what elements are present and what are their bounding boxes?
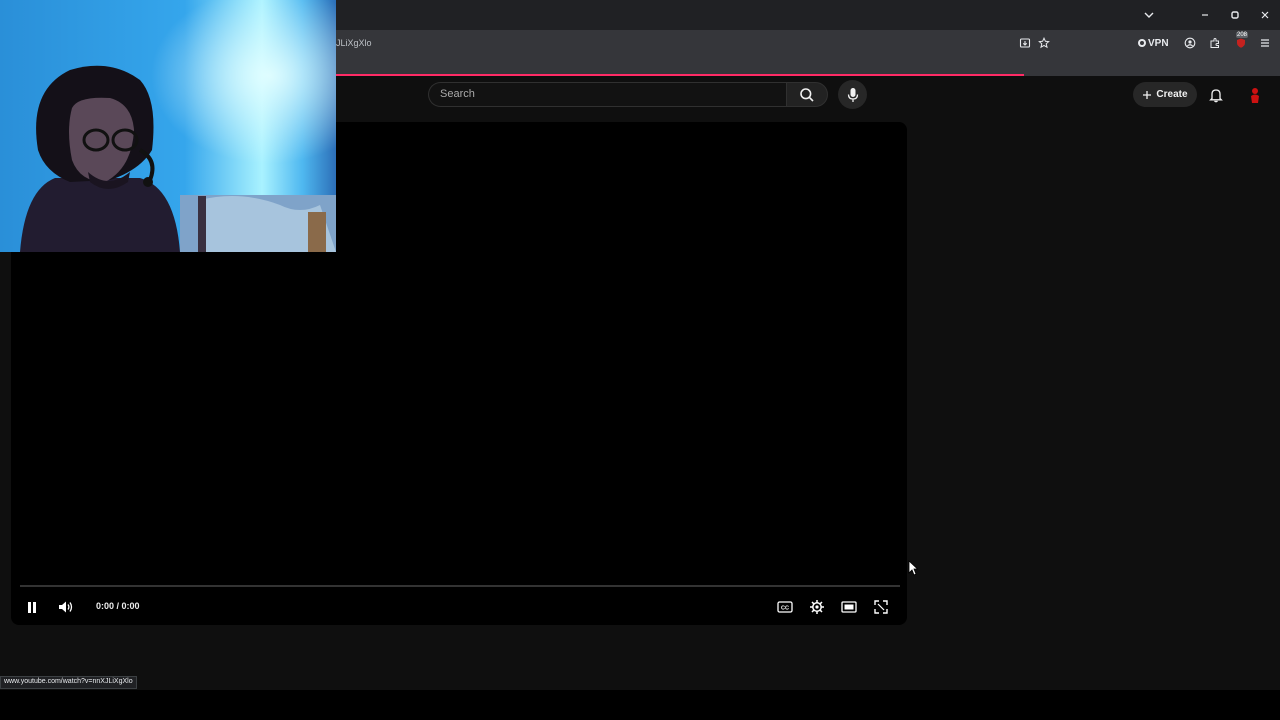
screen: JLiXgXlo VPN 208 Search Create 0:00 / 0:… (0, 0, 1280, 720)
theater-icon (841, 601, 857, 613)
theater-mode-button[interactable] (840, 598, 858, 616)
extensions-icon[interactable] (1208, 36, 1222, 50)
gear-icon (810, 600, 824, 614)
status-url: www.youtube.com/watch?v=nnXJLiXgXlo (0, 676, 137, 689)
volume-icon (59, 601, 73, 613)
video-progress-bar[interactable] (20, 585, 900, 587)
menu-icon[interactable] (1258, 36, 1272, 50)
extension-shield-icon[interactable] (1234, 36, 1248, 50)
fullscreen-button[interactable] (872, 598, 890, 616)
mute-button[interactable] (57, 598, 75, 616)
search-icon (800, 87, 814, 102)
star-icon[interactable] (1037, 36, 1051, 50)
captions-button[interactable]: CC (776, 598, 794, 616)
avatar-icon (1251, 88, 1259, 103)
restore-icon[interactable] (1228, 8, 1242, 22)
minimize-icon[interactable] (1198, 8, 1212, 22)
bottom-strip (0, 690, 1280, 720)
search-button[interactable] (786, 82, 828, 107)
extension-badge: 208 (1236, 32, 1249, 38)
webcam-overlay (0, 0, 336, 252)
pause-button[interactable] (23, 598, 41, 616)
create-label: Create (1156, 89, 1188, 100)
settings-button[interactable] (808, 598, 826, 616)
chevron-down-icon[interactable] (1142, 8, 1156, 22)
mic-icon (847, 87, 858, 102)
pause-icon (28, 601, 36, 613)
time-display: 0:00 / 0:00 (96, 601, 140, 611)
webcam-feed (0, 0, 336, 252)
search-placeholder: Search (440, 88, 475, 100)
notifications-button[interactable] (1205, 84, 1227, 106)
captions-icon: CC (777, 601, 793, 613)
plus-icon (1143, 90, 1152, 99)
vpn-button[interactable]: VPN (1138, 36, 1169, 50)
search-input[interactable] (428, 82, 786, 107)
mouse-cursor-icon (908, 560, 919, 581)
address-url[interactable]: JLiXgXlo (336, 38, 372, 48)
avatar-button[interactable] (1244, 84, 1266, 106)
vpn-icon (1138, 39, 1146, 47)
bell-icon (1209, 89, 1223, 103)
svg-text:CC: CC (781, 605, 789, 611)
account-icon[interactable] (1183, 36, 1197, 50)
vpn-label: VPN (1148, 37, 1169, 49)
voice-search-button[interactable] (838, 80, 867, 109)
close-icon[interactable] (1258, 8, 1272, 22)
create-button[interactable]: Create (1133, 82, 1197, 107)
install-icon[interactable] (1018, 36, 1032, 50)
fullscreen-icon (874, 600, 888, 614)
